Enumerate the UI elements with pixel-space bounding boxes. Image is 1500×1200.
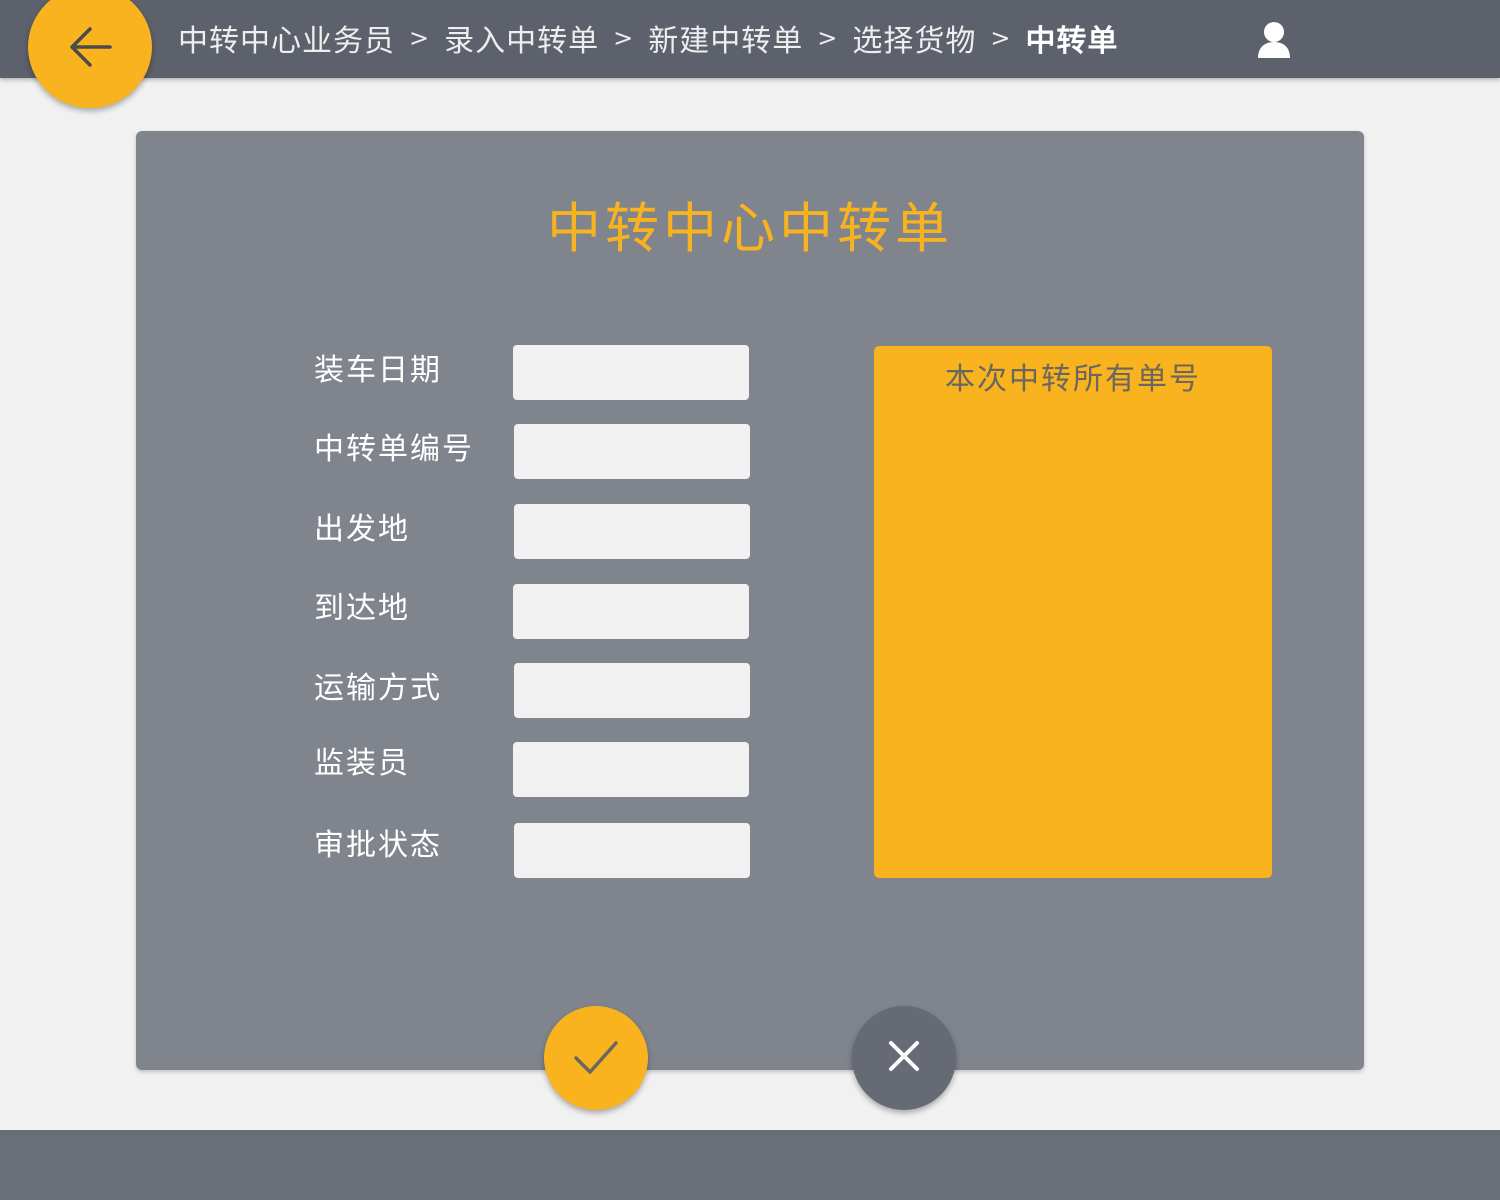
check-icon — [571, 1031, 621, 1085]
back-button[interactable] — [28, 0, 152, 108]
loading-date-label: 装车日期 — [314, 353, 442, 388]
confirm-button[interactable] — [544, 1006, 648, 1110]
approval-status-label: 审批状态 — [314, 828, 442, 863]
close-icon — [887, 1039, 921, 1077]
footer-bar — [0, 1130, 1500, 1200]
breadcrumb-item-new-transfer[interactable]: 新建中转单 — [648, 16, 803, 60]
transfer-number-label: 中转单编号 — [314, 432, 474, 467]
top-bar: 中转中心业务员 > 录入中转单 > 新建中转单 > 选择货物 > 中转单 — [0, 0, 1500, 78]
user-icon[interactable] — [1256, 20, 1292, 60]
approval-status-input[interactable] — [514, 823, 750, 878]
cancel-button[interactable] — [852, 1006, 956, 1110]
transfer-orders-title: 本次中转所有单号 — [945, 362, 1201, 397]
breadcrumb-separator: > — [990, 24, 1012, 52]
breadcrumb-separator: > — [409, 24, 431, 52]
departure-input[interactable] — [514, 504, 750, 559]
transport-mode-input[interactable] — [514, 663, 750, 718]
loading-date-input[interactable] — [513, 345, 749, 400]
breadcrumb-separator: > — [613, 24, 635, 52]
transfer-orders-list[interactable]: 本次中转所有单号 — [874, 346, 1272, 878]
arrow-left-icon — [64, 17, 116, 77]
supervisor-label: 监装员 — [314, 746, 410, 781]
transfer-number-input[interactable] — [514, 424, 750, 479]
supervisor-input[interactable] — [513, 742, 749, 797]
breadcrumb-separator: > — [817, 24, 839, 52]
page-title: 中转中心中转单 — [547, 197, 953, 260]
breadcrumb-item-clerk[interactable]: 中转中心业务员 — [178, 16, 395, 60]
transport-mode-label: 运输方式 — [314, 671, 442, 706]
breadcrumb: 中转中心业务员 > 录入中转单 > 新建中转单 > 选择货物 > 中转单 — [178, 0, 1118, 76]
breadcrumb-item-current: 中转单 — [1025, 24, 1119, 59]
breadcrumb-item-select-goods[interactable]: 选择货物 — [852, 16, 976, 60]
departure-label: 出发地 — [314, 512, 410, 547]
destination-input[interactable] — [513, 584, 749, 639]
breadcrumb-item-enter-transfer[interactable]: 录入中转单 — [444, 16, 599, 60]
destination-label: 到达地 — [314, 591, 410, 626]
